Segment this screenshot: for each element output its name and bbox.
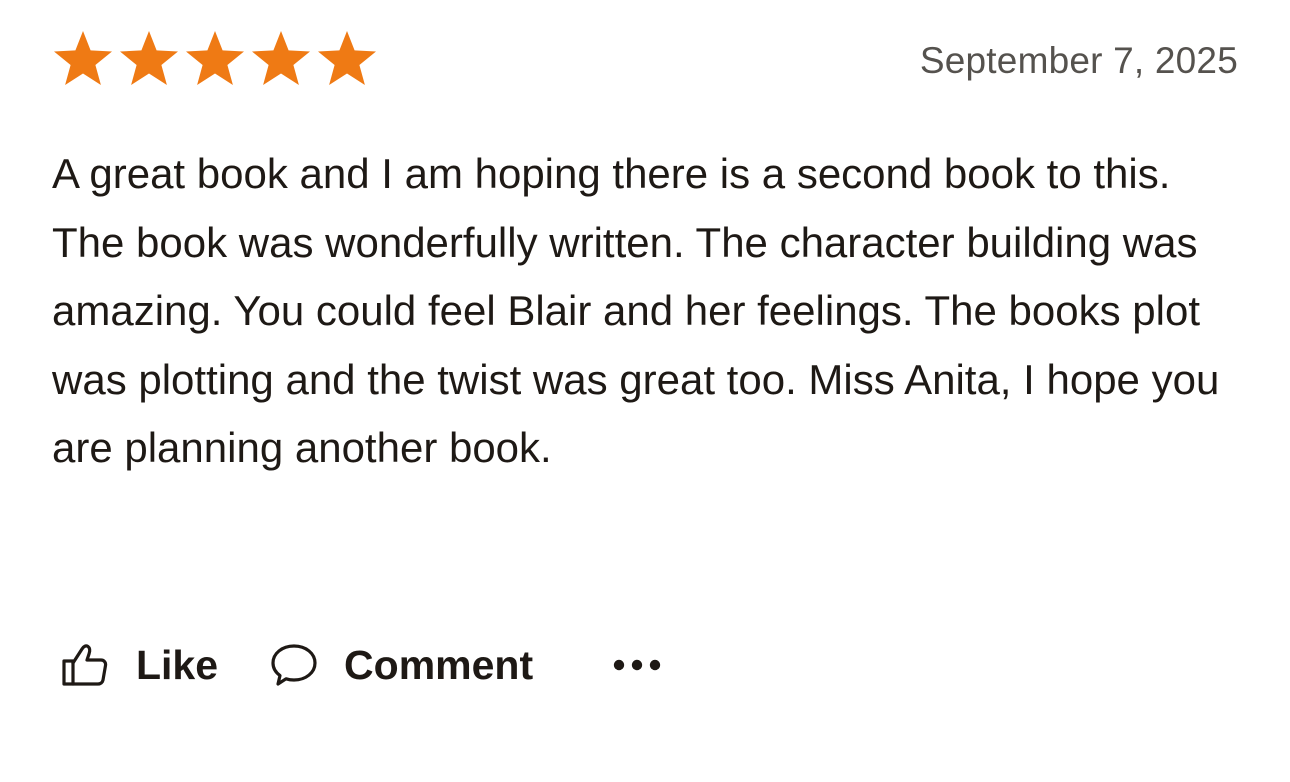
review-text: A great book and I am hoping there is a … xyxy=(52,150,1220,471)
comment-label: Comment xyxy=(344,641,534,688)
thumbs-up-icon xyxy=(60,639,110,692)
star-icon xyxy=(184,30,246,86)
like-label: Like xyxy=(136,641,219,688)
speech-bubble-icon xyxy=(270,639,318,692)
more-options-icon xyxy=(611,655,663,675)
review-actions: Like Comment xyxy=(60,630,663,700)
review-card: September 7, 2025 A great book and I am … xyxy=(0,0,1290,782)
star-icon xyxy=(316,30,378,86)
star-icon xyxy=(250,30,312,86)
more-options-button[interactable] xyxy=(611,655,663,675)
comment-button[interactable]: Comment xyxy=(270,639,533,692)
like-button[interactable]: Like xyxy=(60,639,218,692)
star-icon xyxy=(52,30,114,86)
star-rating xyxy=(52,30,378,86)
star-icon xyxy=(118,30,180,86)
review-date: September 7, 2025 xyxy=(919,40,1238,81)
